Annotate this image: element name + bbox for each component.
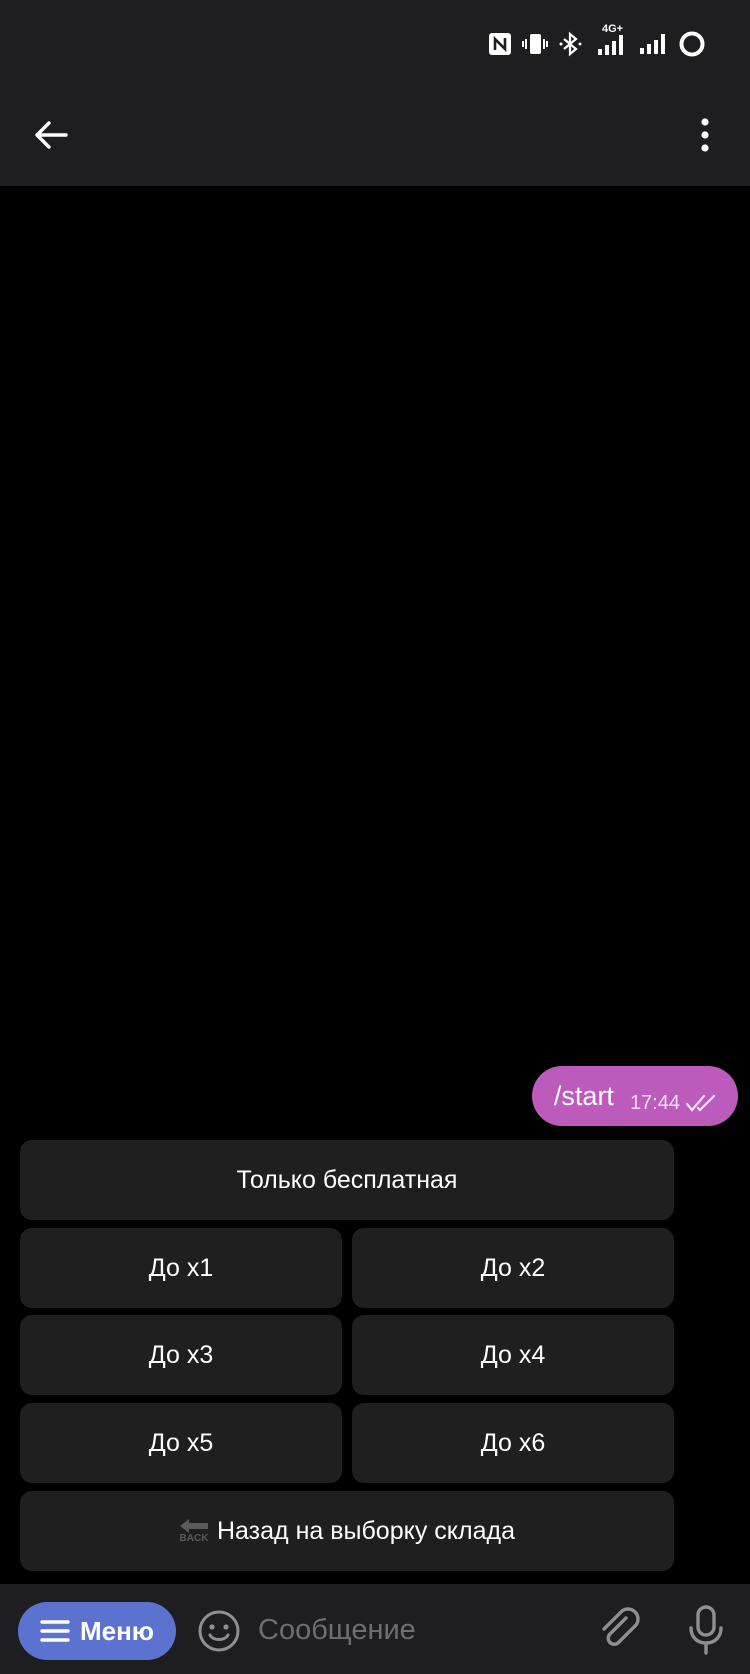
chat-area: /start 17:44 [0, 186, 750, 1140]
emoji-icon[interactable] [196, 1608, 242, 1654]
keyboard-button-x4[interactable]: До x4 [352, 1315, 674, 1395]
back-arrow-icon: BACK [179, 1518, 209, 1544]
arrow-left-icon [35, 121, 68, 149]
keyboard-button-back-to-warehouse[interactable]: BACK Назад на выборку склада [20, 1491, 674, 1571]
back-icon-label: BACK [179, 1533, 209, 1544]
outgoing-message-bubble[interactable]: /start 17:44 [531, 1066, 738, 1126]
bluetooth-icon [558, 29, 584, 59]
network-type-label: 4G+ [602, 23, 624, 35]
keyboard-button-label: До x4 [480, 1340, 546, 1369]
more-options-button[interactable] [680, 110, 730, 160]
back-button[interactable] [26, 110, 76, 160]
keyboard-button-x1[interactable]: До x1 [20, 1228, 342, 1308]
paperclip-icon[interactable] [596, 1606, 644, 1654]
signal-icon [638, 29, 668, 59]
keyboard-button-x2[interactable]: До x2 [352, 1228, 674, 1308]
keyboard-button-label: Только бесплатная [236, 1165, 458, 1194]
keyboard-button-label: До x5 [148, 1428, 214, 1457]
message-text: /start [553, 1080, 614, 1111]
hamburger-icon [40, 1620, 70, 1642]
message-input-bar: Меню [0, 1584, 750, 1674]
keyboard-button-free-only[interactable]: Только бесплатная [20, 1140, 674, 1220]
microphone-icon[interactable] [682, 1604, 730, 1656]
nfc-icon [488, 29, 512, 59]
keyboard-button-x5[interactable]: До x5 [20, 1403, 342, 1483]
double-check-icon [686, 1094, 716, 1112]
battery-ring-icon [678, 29, 706, 59]
keyboard-button-label: До x2 [480, 1253, 546, 1282]
status-icons: 4G+ [488, 23, 706, 60]
keyboard-button-label: До x3 [148, 1340, 214, 1369]
chat-header [0, 84, 750, 186]
signal-4g-icon: 4G+ [594, 23, 628, 59]
message-meta: 17:44 [630, 1092, 718, 1115]
keyboard-button-x3[interactable]: До x3 [20, 1315, 342, 1395]
keyboard-button-label: До x1 [148, 1253, 214, 1282]
reply-keyboard: Только бесплатная До x1 До x2 До x3 До x… [0, 1140, 750, 1584]
keyboard-button-label: До x6 [480, 1428, 546, 1457]
vertical-dots-icon [701, 118, 709, 152]
status-bar: 4G+ [0, 0, 750, 84]
message-input[interactable] [258, 1606, 578, 1654]
message-time: 17:44 [629, 1091, 680, 1114]
vibrate-icon [522, 29, 548, 59]
keyboard-button-label: Назад на выборку склада [217, 1516, 515, 1545]
menu-label: Меню [79, 1615, 155, 1646]
keyboard-button-x6[interactable]: До x6 [352, 1403, 674, 1483]
bot-menu-button[interactable]: Меню [18, 1602, 176, 1660]
